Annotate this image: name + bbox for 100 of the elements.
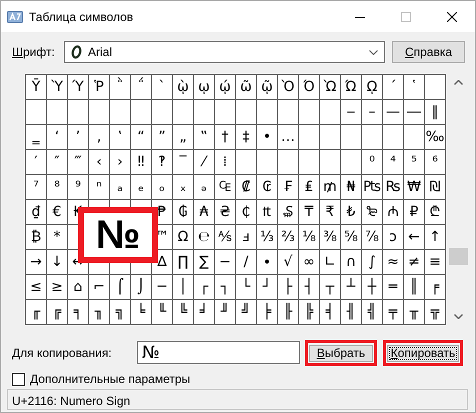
empty-cell[interactable] xyxy=(152,100,173,125)
character-cell[interactable]: Ῡ xyxy=(26,75,47,100)
character-cell[interactable]: ∟ xyxy=(320,250,341,275)
character-cell[interactable]: ₾ xyxy=(425,200,446,225)
character-cell[interactable]: Ώ xyxy=(341,75,362,100)
character-cell[interactable]: ╙ xyxy=(152,300,173,325)
character-cell[interactable]: ⁶ xyxy=(425,150,446,175)
character-cell[interactable]: ‖ xyxy=(425,100,446,125)
character-cell[interactable]: − xyxy=(215,250,236,275)
empty-cell[interactable] xyxy=(278,100,299,125)
character-cell[interactable]: ┬ xyxy=(320,275,341,300)
character-cell[interactable]: ⌡ xyxy=(131,275,152,300)
character-cell[interactable]: ⁷ xyxy=(26,175,47,200)
character-cell[interactable]: ⁴ xyxy=(383,150,404,175)
empty-cell[interactable] xyxy=(320,150,341,175)
empty-cell[interactable] xyxy=(68,100,89,125)
character-cell[interactable]: ⌂ xyxy=(68,275,89,300)
character-cell[interactable]: √ xyxy=(278,250,299,275)
character-cell[interactable]: ⁰ xyxy=(362,150,383,175)
character-cell[interactable]: ∞ xyxy=(299,250,320,275)
character-cell[interactable]: ₺ xyxy=(341,200,362,225)
character-cell[interactable]: ₲ xyxy=(173,200,194,225)
character-cell[interactable]: ╦ xyxy=(425,300,446,325)
empty-cell[interactable] xyxy=(299,100,320,125)
character-cell[interactable]: ₧ xyxy=(362,175,383,200)
character-cell[interactable]: ῲ xyxy=(173,75,194,100)
select-button[interactable]: Выбрать xyxy=(309,344,373,362)
empty-cell[interactable] xyxy=(257,100,278,125)
character-cell[interactable]: ∑ xyxy=(194,250,215,275)
empty-cell[interactable] xyxy=(236,150,257,175)
character-cell[interactable]: ‡ xyxy=(236,125,257,150)
character-cell[interactable]: ₸ xyxy=(299,200,320,225)
character-cell[interactable]: ╤ xyxy=(383,300,404,325)
character-cell[interactable]: ╣ xyxy=(362,300,383,325)
character-cell[interactable]: ‛ xyxy=(110,125,131,150)
empty-cell[interactable] xyxy=(173,100,194,125)
empty-cell[interactable] xyxy=(299,150,320,175)
character-cell[interactable]: ₦ xyxy=(341,175,362,200)
empty-cell[interactable] xyxy=(89,100,110,125)
character-cell[interactable]: ″ xyxy=(47,150,68,175)
character-cell[interactable]: ₪ xyxy=(425,175,446,200)
character-cell[interactable]: ├ xyxy=(278,275,299,300)
empty-cell[interactable] xyxy=(383,125,404,150)
character-cell[interactable]: ’ xyxy=(68,125,89,150)
character-cell[interactable]: ↑ xyxy=(425,225,446,250)
empty-cell[interactable] xyxy=(425,75,446,100)
character-cell[interactable]: ╜ xyxy=(215,300,236,325)
character-cell[interactable]: ╓ xyxy=(26,300,47,325)
character-cell[interactable]: ₷ xyxy=(278,200,299,225)
character-cell[interactable]: ╖ xyxy=(89,300,110,325)
character-cell[interactable]: ╠ xyxy=(299,300,320,325)
character-cell[interactable]: ↄ xyxy=(383,225,404,250)
character-cell[interactable]: ┴ xyxy=(341,275,362,300)
character-cell[interactable]: ´ xyxy=(383,75,404,100)
character-cell[interactable]: ₽ xyxy=(404,200,425,225)
character-cell[interactable]: ‹ xyxy=(89,150,110,175)
character-cell[interactable]: ‒ xyxy=(341,100,362,125)
character-cell[interactable]: ₻ xyxy=(362,200,383,225)
character-cell[interactable]: ⅍ xyxy=(215,225,236,250)
empty-cell[interactable] xyxy=(320,100,341,125)
character-cell[interactable]: ∫ xyxy=(362,250,383,275)
character-cell[interactable]: ₠ xyxy=(215,175,236,200)
character-cell[interactable]: ⁵ xyxy=(404,150,425,175)
character-cell[interactable]: Ύ xyxy=(68,75,89,100)
character-cell[interactable]: Ω xyxy=(173,225,194,250)
character-cell[interactable]: ₢ xyxy=(257,175,278,200)
character-cell[interactable]: ‴ xyxy=(68,150,89,175)
help-button[interactable]: Справка xyxy=(392,41,465,63)
character-cell[interactable]: Ὺ xyxy=(47,75,68,100)
character-cell[interactable]: ∙ xyxy=(257,250,278,275)
character-cell[interactable]: ₩ xyxy=(404,175,425,200)
character-cell[interactable]: ─ xyxy=(152,275,173,300)
character-cell[interactable]: ∕ xyxy=(236,250,257,275)
empty-cell[interactable] xyxy=(362,125,383,150)
empty-cell[interactable] xyxy=(47,100,68,125)
character-cell[interactable]: ‗ xyxy=(26,125,47,150)
character-cell[interactable]: ⅜ xyxy=(320,225,341,250)
character-cell[interactable]: „ xyxy=(173,125,194,150)
copy-field[interactable]: № xyxy=(137,341,300,364)
character-cell[interactable]: ╢ xyxy=(341,300,362,325)
empty-cell[interactable] xyxy=(215,100,236,125)
character-cell[interactable]: • xyxy=(257,125,278,150)
character-cell[interactable]: ₓ xyxy=(173,175,194,200)
character-cell[interactable]: ῷ xyxy=(257,75,278,100)
character-cell[interactable]: ╗ xyxy=(110,300,131,325)
character-cell[interactable]: ≈ xyxy=(383,250,404,275)
character-cell[interactable]: ” xyxy=(152,125,173,150)
character-cell[interactable]: ΅ xyxy=(131,75,152,100)
character-cell[interactable]: “ xyxy=(131,125,152,150)
character-cell[interactable]: ` xyxy=(152,75,173,100)
character-cell[interactable]: € xyxy=(47,200,68,225)
character-cell[interactable]: ₹ xyxy=(320,200,341,225)
character-cell[interactable]: ← xyxy=(404,225,425,250)
empty-cell[interactable] xyxy=(341,150,362,175)
character-cell[interactable]: ₑ xyxy=(131,175,152,200)
character-cell[interactable]: ⁄ xyxy=(194,150,215,175)
character-cell[interactable]: ⌠ xyxy=(110,275,131,300)
character-cell[interactable]: ┤ xyxy=(299,275,320,300)
character-cell[interactable]: ┼ xyxy=(362,275,383,300)
character-cell[interactable]: ₶ xyxy=(257,200,278,225)
